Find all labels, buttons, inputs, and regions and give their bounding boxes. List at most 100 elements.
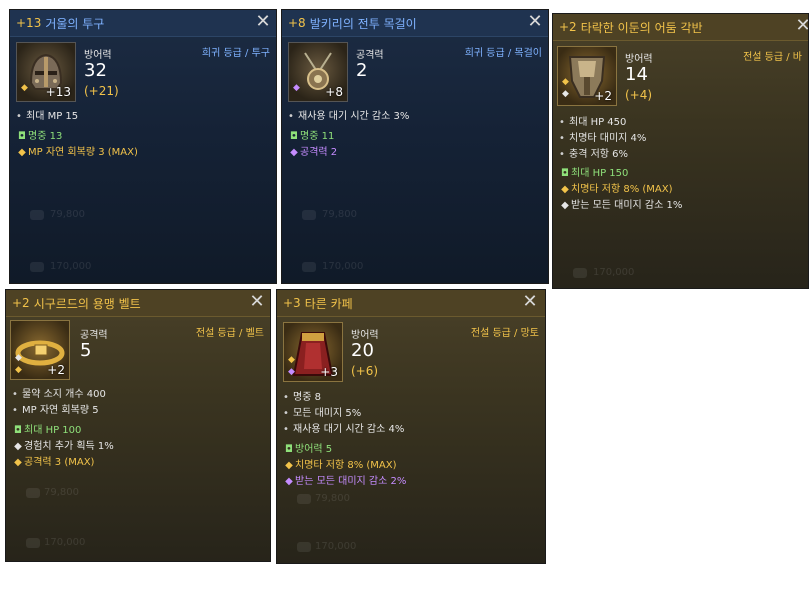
gem-icon: ◆ xyxy=(288,355,295,365)
grade-label: 희귀 등급 / 목걸이 xyxy=(464,48,542,59)
close-icon[interactable]: ✕ xyxy=(254,13,272,31)
gem-icon: ◆ xyxy=(15,353,22,363)
watermark-price: 79,800 xyxy=(50,209,85,220)
option-list: ◘ 방어력 5 ◆ 치명타 저항 8% (MAX) ◆ 받는 모든 대미지 감소 2% xyxy=(283,442,406,490)
watermark-icon xyxy=(573,268,587,278)
item-name: 발키리의 전투 목걸이 xyxy=(309,16,417,31)
base-stats: • 물약 소지 개수 400 • MP 자연 회복량 5 xyxy=(12,387,106,419)
option-list: ◘ 최대 HP 150 ◆ 치명타 저항 8% (MAX) ◆ 받는 모든 대미지 감… xyxy=(559,166,682,214)
item-name: 거울의 투구 xyxy=(45,16,105,31)
watermark-icon xyxy=(30,210,44,220)
stat-bonus: (+4) xyxy=(625,88,653,102)
stat-line: • 충격 저항 6% xyxy=(559,149,629,160)
gem-icon: ◆ xyxy=(21,83,28,93)
stat-line: • 재사용 대기 시간 감소 4% xyxy=(283,424,405,435)
close-icon[interactable]: ✕ xyxy=(248,293,266,311)
watermark-price: 79,800 xyxy=(322,209,357,220)
tooltip-card-necklace: +8 발키리의 전투 목걸이 ✕ ◆ +8 공격력 2 희귀 등급 / 목걸이 … xyxy=(281,9,549,284)
gem-icon: ◆ xyxy=(15,365,22,375)
necklace-icon: ◆ +8 xyxy=(288,42,348,102)
item-name: 타락한 이둔의 어둠 각반 xyxy=(580,20,703,35)
watermark-price: 170,000 xyxy=(50,261,92,272)
card-header: +8 발키리의 전투 목걸이 xyxy=(282,10,548,37)
tooltip-card-cape: +3 타른 카페 ✕ ◆ ◆ +3 방어력 20 (+6) 전설 등급 / 망토… xyxy=(276,289,546,564)
close-icon[interactable]: ✕ xyxy=(526,13,544,31)
stat-label: 방어력 xyxy=(351,330,379,341)
greaves-icon: ◆ ◆ +2 xyxy=(557,46,617,106)
stat-line: • 최대 HP 450 xyxy=(559,117,627,128)
icon-enhance: +3 xyxy=(320,365,338,379)
close-icon[interactable]: ✕ xyxy=(794,17,808,35)
option-line: ◆ 공격력 2 xyxy=(290,147,338,158)
item-name: 시구르드의 용맹 벨트 xyxy=(33,296,141,311)
tooltip-card-helmet: +13 거울의 투구 ✕ ◆ +13 방어력 32 (+21) 희귀 등급 / … xyxy=(9,9,277,284)
stat-label: 공격력 xyxy=(356,50,384,61)
stat-label: 방어력 xyxy=(84,50,112,61)
option-line: ◆ 받는 모든 대미지 감소 1% xyxy=(561,200,683,211)
enhance-level: +13 xyxy=(16,16,42,30)
tooltip-card-greaves: +2 타락한 이둔의 어둠 각반 ✕ ◆ ◆ +2 방어력 14 (+4) 전설… xyxy=(552,13,809,289)
option-line: ◘ 명중 11 xyxy=(290,131,335,142)
watermark-icon xyxy=(26,538,40,548)
icon-enhance: +8 xyxy=(325,85,343,99)
card-header: +2 시구르드의 용맹 벨트 xyxy=(6,290,270,317)
gem-icon: ◆ xyxy=(293,83,300,93)
option-list: ◘ 명중 11 ◆ 공격력 2 xyxy=(288,129,337,161)
close-icon[interactable]: ✕ xyxy=(521,293,539,311)
card-header: +2 타락한 이둔의 어둠 각반 xyxy=(553,14,808,41)
stat-line: • 모든 대미지 5% xyxy=(283,408,362,419)
option-line: ◆ 치명타 저항 8% (MAX) xyxy=(285,460,397,471)
stat-label: 공격력 xyxy=(80,330,108,341)
stat-value: 2 xyxy=(356,60,368,81)
stat-bonus: (+21) xyxy=(84,84,119,98)
gem-icon: ◆ xyxy=(562,89,569,99)
grade-label: 전설 등급 / 바 xyxy=(743,52,802,63)
base-stats: • 재사용 대기 시간 감소 3% xyxy=(288,109,409,125)
card-header: +3 타른 카페 xyxy=(277,290,545,317)
stat-bonus: (+6) xyxy=(351,364,379,378)
watermark-price: 170,000 xyxy=(593,267,635,278)
watermark-price: 170,000 xyxy=(315,541,357,552)
grade-label: 희귀 등급 / 투구 xyxy=(201,48,270,59)
stat-line: • 최대 MP 15 xyxy=(16,111,79,122)
option-list: ◘ 명중 13 ◆ MP 자연 회복량 3 (MAX) xyxy=(16,129,138,161)
watermark-icon xyxy=(26,488,40,498)
watermark-icon xyxy=(297,494,311,504)
enhance-level: +3 xyxy=(283,296,301,310)
watermark-price: 79,800 xyxy=(315,493,350,504)
icon-enhance: +13 xyxy=(45,85,71,99)
option-line: ◘ 최대 HP 100 xyxy=(14,425,82,436)
watermark-price: 170,000 xyxy=(44,537,86,548)
stat-value: 20 xyxy=(351,340,374,361)
base-stats: • 명중 8 • 모든 대미지 5% • 재사용 대기 시간 감소 4% xyxy=(283,390,404,438)
icon-enhance: +2 xyxy=(47,363,65,377)
stat-value: 5 xyxy=(80,340,92,361)
stat-line: • MP 자연 회복량 5 xyxy=(12,405,99,416)
grade-label: 전설 등급 / 망토 xyxy=(470,328,539,339)
base-stats: • 최대 HP 450 • 치명타 대미지 4% • 충격 저항 6% xyxy=(559,115,646,163)
watermark-icon xyxy=(302,210,316,220)
stat-line: • 물약 소지 개수 400 xyxy=(12,389,106,400)
option-line: ◆ 치명타 저항 8% (MAX) xyxy=(561,184,673,195)
item-name: 타른 카페 xyxy=(304,296,353,311)
tooltip-card-belt: +2 시구르드의 용맹 벨트 ✕ ◆ ◆ +2 공격력 5 전설 등급 / 벨트… xyxy=(5,289,271,562)
belt-icon: ◆ ◆ +2 xyxy=(10,320,70,380)
grade-label: 전설 등급 / 벨트 xyxy=(195,328,264,339)
option-line: ◘ 명중 13 xyxy=(18,131,63,142)
stat-line: • 치명타 대미지 4% xyxy=(559,133,647,144)
option-line: ◆ 받는 모든 대미지 감소 2% xyxy=(285,476,407,487)
watermark-icon xyxy=(302,262,316,272)
enhance-level: +2 xyxy=(559,20,577,34)
stat-line: • 명중 8 xyxy=(283,392,321,403)
cape-icon: ◆ ◆ +3 xyxy=(283,322,343,382)
option-line: ◆ 공격력 3 (MAX) xyxy=(14,457,95,468)
icon-enhance: +2 xyxy=(594,89,612,103)
gem-icon: ◆ xyxy=(288,367,295,377)
watermark-icon xyxy=(297,542,311,552)
option-line: ◘ 방어력 5 xyxy=(285,444,333,455)
enhance-level: +8 xyxy=(288,16,306,30)
option-list: ◘ 최대 HP 100 ◆ 경험치 추가 획득 1% ◆ 공격력 3 (MAX) xyxy=(12,423,114,471)
base-stats: • 최대 MP 15 xyxy=(16,109,78,125)
watermark-price: 79,800 xyxy=(44,487,79,498)
stat-line: • 재사용 대기 시간 감소 3% xyxy=(288,111,410,122)
